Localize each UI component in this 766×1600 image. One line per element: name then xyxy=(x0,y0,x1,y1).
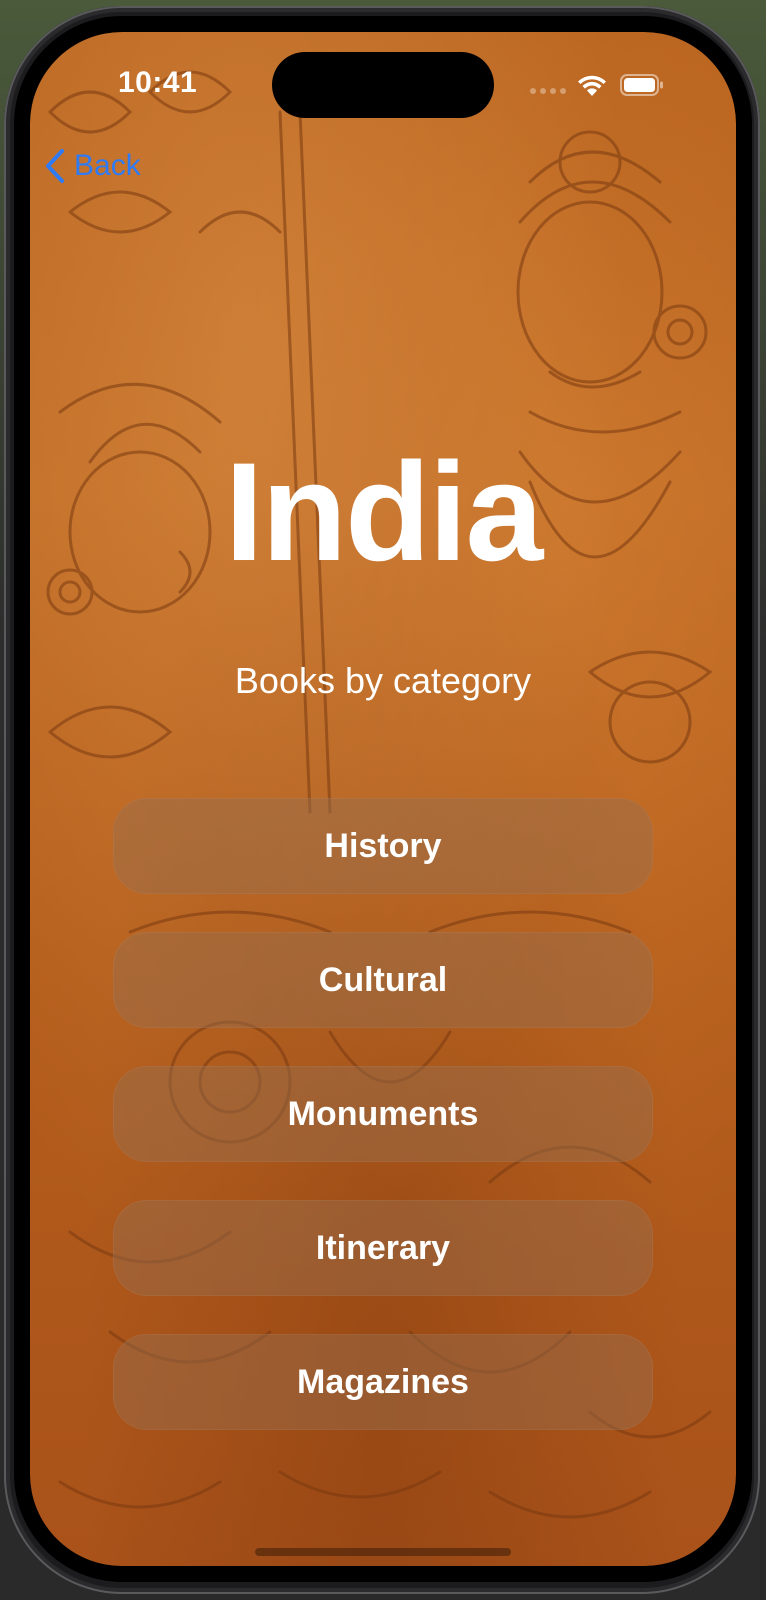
category-button-magazines[interactable]: Magazines xyxy=(113,1334,653,1430)
category-button-cultural[interactable]: Cultural xyxy=(113,932,653,1028)
wifi-icon xyxy=(578,75,606,96)
home-indicator[interactable] xyxy=(255,1548,511,1556)
status-time: 10:41 xyxy=(118,66,198,99)
device-background: 10:41 Back India Books by category Histo… xyxy=(0,0,766,1600)
category-button-monuments[interactable]: Monuments xyxy=(113,1066,653,1162)
page-subtitle: Books by category xyxy=(234,660,532,701)
back-button[interactable]: Back xyxy=(44,146,141,186)
back-label: Back xyxy=(74,149,141,182)
category-button-itinerary[interactable]: Itinerary xyxy=(113,1200,653,1296)
dynamic-island xyxy=(272,52,494,118)
app-screen: 10:41 Back India Books by category Histo… xyxy=(30,32,736,1566)
page-title: India xyxy=(224,433,544,590)
category-button-history[interactable]: History xyxy=(113,798,653,894)
cellular-signal-icon xyxy=(530,88,566,94)
category-list: History Cultural Monuments Itinerary Mag… xyxy=(113,798,653,1430)
battery-icon xyxy=(620,74,663,96)
chevron-left-icon xyxy=(46,149,64,183)
status-bar: 10:41 xyxy=(30,32,736,142)
